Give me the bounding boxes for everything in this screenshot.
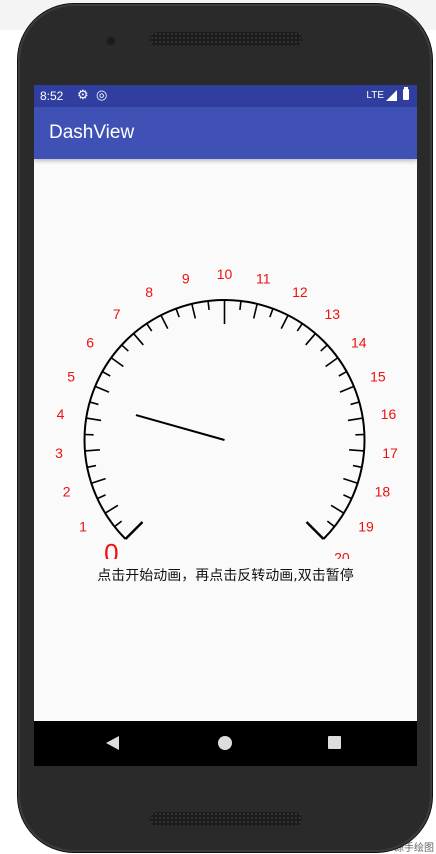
front-camera xyxy=(106,36,116,46)
gauge-tick xyxy=(207,300,210,311)
gauge-tick xyxy=(349,449,365,452)
top-speaker xyxy=(150,32,302,46)
gauge-tick xyxy=(89,401,99,406)
gauge-scale-label: 2 xyxy=(63,483,71,499)
sync-icon: ◎ xyxy=(96,87,108,102)
gauge-scale-label: 15 xyxy=(370,368,386,384)
gauge-tick xyxy=(124,521,144,540)
gauge-scale-label: 20 xyxy=(334,549,350,559)
gauge-scale-label: 12 xyxy=(292,284,308,300)
gauge-tick xyxy=(94,385,110,393)
gauge-scale-label: 14 xyxy=(351,334,367,350)
gauge-scale-label: 0 xyxy=(104,538,118,559)
gauge-needle xyxy=(135,414,225,441)
device-screen: 8:52 ⚙ ◎ LTE DashView 0 1 2 3 4 5 6 7 8 9 10 11 12 13… xyxy=(34,85,417,766)
gauge-tick xyxy=(343,494,352,500)
gauge-tick xyxy=(296,323,303,332)
gauge-scale-label: 10 xyxy=(217,266,233,282)
gauge-scale-label: 9 xyxy=(182,271,190,287)
status-time: 8:52 xyxy=(40,89,64,103)
gauge-tick xyxy=(343,477,358,485)
gauge-tick xyxy=(239,300,242,311)
gauge-tick xyxy=(350,401,360,406)
gauge-tick xyxy=(160,314,169,329)
gauge-scale-label: 16 xyxy=(381,406,397,422)
gauge-scale-label: 7 xyxy=(113,306,121,322)
gauge-tick xyxy=(132,333,144,346)
gauge-tick xyxy=(280,314,289,329)
gauge-tick xyxy=(97,494,106,500)
recent-apps-icon[interactable] xyxy=(328,736,341,749)
network-type: LTE xyxy=(366,90,384,101)
back-icon[interactable] xyxy=(106,736,119,750)
gauge-scale-label: 11 xyxy=(256,271,271,287)
gauge-tick xyxy=(104,504,119,514)
navigation-bar xyxy=(34,721,417,766)
gauge-arc xyxy=(83,299,366,540)
gauge-tick xyxy=(352,464,362,469)
gauge-scale-label: 5 xyxy=(67,368,75,384)
gauge-scale-label: 19 xyxy=(358,519,374,535)
signal-icon xyxy=(386,90,397,101)
gauge-tick xyxy=(114,520,123,528)
battery-icon xyxy=(403,87,409,100)
app-bar: DashView xyxy=(34,107,417,159)
gauge-tick xyxy=(326,520,335,528)
gauge-tick xyxy=(175,308,180,318)
gauge-tick xyxy=(338,370,348,377)
gauge-tick xyxy=(87,464,97,469)
gauge-tick xyxy=(347,417,363,422)
gauge-tick xyxy=(191,303,197,319)
gauge-scale-label: 13 xyxy=(325,306,341,322)
gauge-tick xyxy=(269,308,274,318)
gear-icon: ⚙ xyxy=(77,87,89,102)
gauge-scale-label: 18 xyxy=(375,483,391,499)
gauge-tick xyxy=(121,344,129,352)
gauge-scale-label: 8 xyxy=(145,284,153,300)
home-icon[interactable] xyxy=(218,736,232,750)
gauge-tick xyxy=(320,344,328,352)
gauge-tick xyxy=(84,449,100,452)
gauge-tick xyxy=(86,417,102,422)
bottom-speaker xyxy=(150,812,302,826)
gauge-tick xyxy=(110,357,124,368)
gauge-scale-label: 1 xyxy=(79,519,87,535)
gauge-tick xyxy=(91,477,106,485)
gauge-scale-label: 4 xyxy=(57,406,65,422)
gauge-tick xyxy=(305,333,317,346)
gauge-tick xyxy=(339,385,355,393)
gauge-tick xyxy=(325,357,339,368)
status-bar: 8:52 ⚙ ◎ LTE xyxy=(34,85,417,107)
gauge-scale-label: 17 xyxy=(382,445,398,461)
gauge-tick xyxy=(305,521,325,540)
gauge-tick xyxy=(146,323,153,332)
gauge-tick xyxy=(101,370,111,377)
instruction-text: 点击开始动画，再点击反转动画,双击暂停 xyxy=(97,568,354,584)
gauge-tick xyxy=(252,303,258,319)
app-title: DashView xyxy=(49,122,135,143)
dash-view-gauge[interactable]: 0123456789 10 11121314151617181920 xyxy=(34,159,417,559)
gauge-scale-label: 3 xyxy=(55,445,63,461)
gauge-tick xyxy=(330,504,345,514)
gauge-scale-label: 6 xyxy=(86,334,94,350)
